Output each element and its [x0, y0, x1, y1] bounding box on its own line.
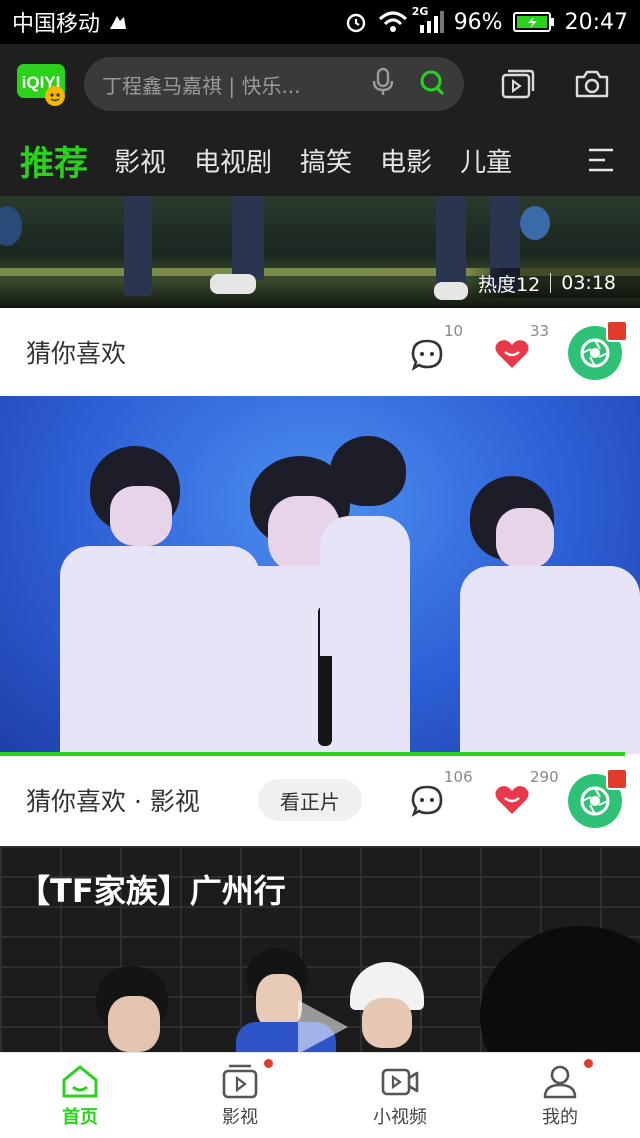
- camera-icon[interactable]: [574, 68, 610, 100]
- search-icon[interactable]: [418, 68, 446, 101]
- app-logo[interactable]: iQIYI: [16, 60, 68, 108]
- app-header: iQIYI 丁程鑫马嘉祺 | 快乐...: [0, 44, 640, 124]
- stage-light: [0, 206, 22, 246]
- nav-home[interactable]: 首页: [0, 1053, 160, 1138]
- tab-funny[interactable]: 搞笑: [300, 142, 352, 179]
- video-list-icon: [222, 1064, 258, 1098]
- status-bar: 中国移动 2G 96% 20:47: [0, 0, 640, 44]
- like-count: 290: [530, 768, 559, 786]
- video-thumbnail[interactable]: [0, 396, 640, 754]
- notification-dot: [584, 1059, 593, 1068]
- mic-icon[interactable]: [370, 67, 396, 102]
- network-type: 2G: [411, 5, 429, 18]
- uploader-avatar[interactable]: [568, 320, 628, 380]
- user-icon: [543, 1065, 577, 1098]
- alarm-icon: [344, 10, 368, 34]
- home-icon: [62, 1065, 98, 1097]
- carrier-name: 中国移动: [12, 12, 101, 37]
- video-duration: 03:18: [561, 272, 616, 294]
- menu-icon[interactable]: [586, 146, 616, 178]
- like-count: 33: [530, 322, 550, 340]
- vip-badge: [606, 320, 628, 342]
- app-page: 中国移动 2G 96% 20:47 iQIYI 丁程鑫马嘉祺 | 快乐... 推…: [0, 0, 640, 1138]
- feed-label: 猜你喜欢: [26, 339, 127, 368]
- tab-tv-series[interactable]: 电视剧: [194, 142, 272, 179]
- heat-count: 热度12: [478, 273, 541, 296]
- person-shadow: [480, 926, 640, 1052]
- search-bar[interactable]: 丁程鑫马嘉祺 | 快乐...: [84, 57, 464, 111]
- feed-label: 猜你喜欢 · 影视: [26, 787, 200, 816]
- video-meta: 热度12 03:18: [468, 268, 640, 298]
- comment-button[interactable]: 106: [410, 768, 473, 818]
- feed-info-row: 猜你喜欢 10 33: [0, 308, 640, 396]
- heart-icon: [495, 340, 529, 368]
- nav-short-video[interactable]: 小视频: [320, 1053, 480, 1138]
- search-input[interactable]: 丁程鑫马嘉祺 | 快乐...: [102, 70, 362, 99]
- shoe-shape: [210, 274, 256, 294]
- leg-shape: [232, 196, 264, 280]
- video-thumbnail[interactable]: 热度12 03:18: [0, 196, 640, 308]
- bottom-nav: 首页 影视 小视频 我的: [0, 1052, 640, 1138]
- video-title: 【TF家族】广州行: [18, 872, 286, 910]
- playlist-icon[interactable]: [500, 67, 536, 101]
- comment-icon: [411, 339, 443, 371]
- category-tabs: 推荐 影视 电视剧 搞笑 电影 儿童: [0, 124, 640, 196]
- tab-film[interactable]: 影视: [114, 142, 166, 179]
- vip-badge: [606, 768, 628, 790]
- wifi-icon: [378, 11, 408, 33]
- like-button[interactable]: 290: [494, 768, 559, 816]
- leg-shape: [436, 196, 466, 286]
- comment-count: 106: [444, 768, 473, 786]
- signal-icon: 2G: [412, 5, 444, 33]
- tab-kids[interactable]: 儿童: [460, 142, 512, 179]
- nav-label: 我的: [542, 1106, 578, 1128]
- like-button[interactable]: 33: [494, 322, 549, 370]
- nav-label: 首页: [62, 1106, 98, 1128]
- comment-button[interactable]: 10: [410, 322, 463, 372]
- uploader-avatar[interactable]: [568, 768, 628, 828]
- shoe-shape: [434, 282, 468, 300]
- nav-me[interactable]: 我的: [480, 1053, 640, 1138]
- person-face: [362, 998, 412, 1048]
- divider: [550, 273, 552, 293]
- battery-percent: 96%: [453, 9, 503, 35]
- comment-icon: [411, 785, 443, 817]
- stage-light: [520, 206, 550, 240]
- notification-icon: [108, 13, 128, 31]
- nav-film[interactable]: 影视: [160, 1053, 320, 1138]
- tab-recommend[interactable]: 推荐: [20, 136, 88, 185]
- watch-full-button[interactable]: 看正片: [257, 779, 362, 821]
- person-face: [108, 996, 160, 1052]
- nav-label: 小视频: [373, 1106, 427, 1128]
- leg-shape: [124, 196, 152, 296]
- comment-count: 10: [444, 322, 464, 340]
- nav-label: 影视: [222, 1106, 258, 1128]
- feed-info-row: 猜你喜欢 · 影视 看正片 106 290: [0, 756, 640, 844]
- clock: 20:47: [564, 9, 628, 35]
- heart-icon: [495, 786, 529, 814]
- notification-dot: [264, 1059, 273, 1068]
- video-camera-icon: [381, 1068, 419, 1095]
- tab-movie[interactable]: 电影: [380, 142, 432, 179]
- battery-icon: [512, 11, 555, 33]
